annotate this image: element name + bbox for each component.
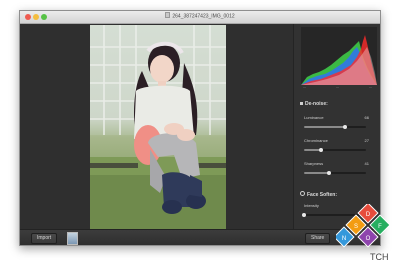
- luminance-label: Luminance: [304, 115, 324, 120]
- svg-text:F: F: [378, 224, 382, 230]
- window-title-area: 264_387247423_IMG_0012: [20, 12, 380, 20]
- document-icon: [165, 12, 171, 18]
- svg-text:S: S: [354, 224, 358, 230]
- sharpness-value: 41: [364, 161, 369, 166]
- adjustments-panel: — — — De-noise: Luminance 66 Chrominance…: [293, 24, 380, 229]
- sharpness-fill: [304, 172, 330, 174]
- image-thumbnail[interactable]: [67, 232, 78, 245]
- luminance-slider[interactable]: [304, 124, 366, 129]
- svg-text:N: N: [342, 236, 346, 242]
- image-canvas: [20, 24, 293, 229]
- histogram-ticks: — — —: [301, 85, 377, 90]
- sharpness-label: Sharpness: [304, 161, 324, 166]
- watermark-logo: D S F O N TCH: [333, 202, 400, 274]
- photo-preview[interactable]: [90, 25, 226, 229]
- histogram: [301, 27, 377, 85]
- histogram-tick: —: [336, 85, 339, 89]
- intensity-thumb[interactable]: [302, 212, 306, 217]
- denoise-title: De-noise:: [305, 101, 328, 107]
- import-button[interactable]: Import: [31, 233, 58, 244]
- window-title: 264_387247423_IMG_0012: [172, 13, 235, 20]
- intensity-label: Intensity: [304, 203, 319, 208]
- chrominance-thumb[interactable]: [318, 147, 323, 152]
- denoise-section: De-noise:: [300, 101, 328, 107]
- logo-graphic: D S F O N TCH: [333, 202, 391, 262]
- photo-illustration: [90, 25, 226, 229]
- histogram-graph: [301, 35, 377, 85]
- chrominance-slider[interactable]: [304, 147, 366, 152]
- chrominance-label: Chrominance: [304, 138, 328, 143]
- chrominance-value: 27: [364, 138, 369, 143]
- luminance-fill: [304, 126, 345, 128]
- sharpness-thumb[interactable]: [327, 170, 332, 175]
- svg-text:D: D: [366, 212, 371, 218]
- svg-text:TCH: TCH: [370, 252, 389, 262]
- sharpness-slider[interactable]: [304, 170, 366, 175]
- face-soften-section: Face Soften:: [300, 191, 337, 198]
- histogram-tick: —: [303, 85, 306, 89]
- luminance-thumb[interactable]: [342, 124, 347, 129]
- face-soften-title: Face Soften:: [307, 192, 338, 198]
- svg-text:O: O: [366, 236, 371, 242]
- luminance-value: 66: [364, 115, 369, 120]
- share-button[interactable]: Share: [305, 233, 331, 244]
- histogram-tick: —: [369, 85, 372, 89]
- bottom-toolbar: Import Share: [20, 229, 380, 245]
- denoise-icon: [300, 102, 303, 105]
- face-icon: [300, 191, 305, 196]
- app-window: 264_387247423_IMG_0012 — — — De-noise: L…: [19, 10, 381, 246]
- title-bar: 264_387247423_IMG_0012: [20, 11, 380, 24]
